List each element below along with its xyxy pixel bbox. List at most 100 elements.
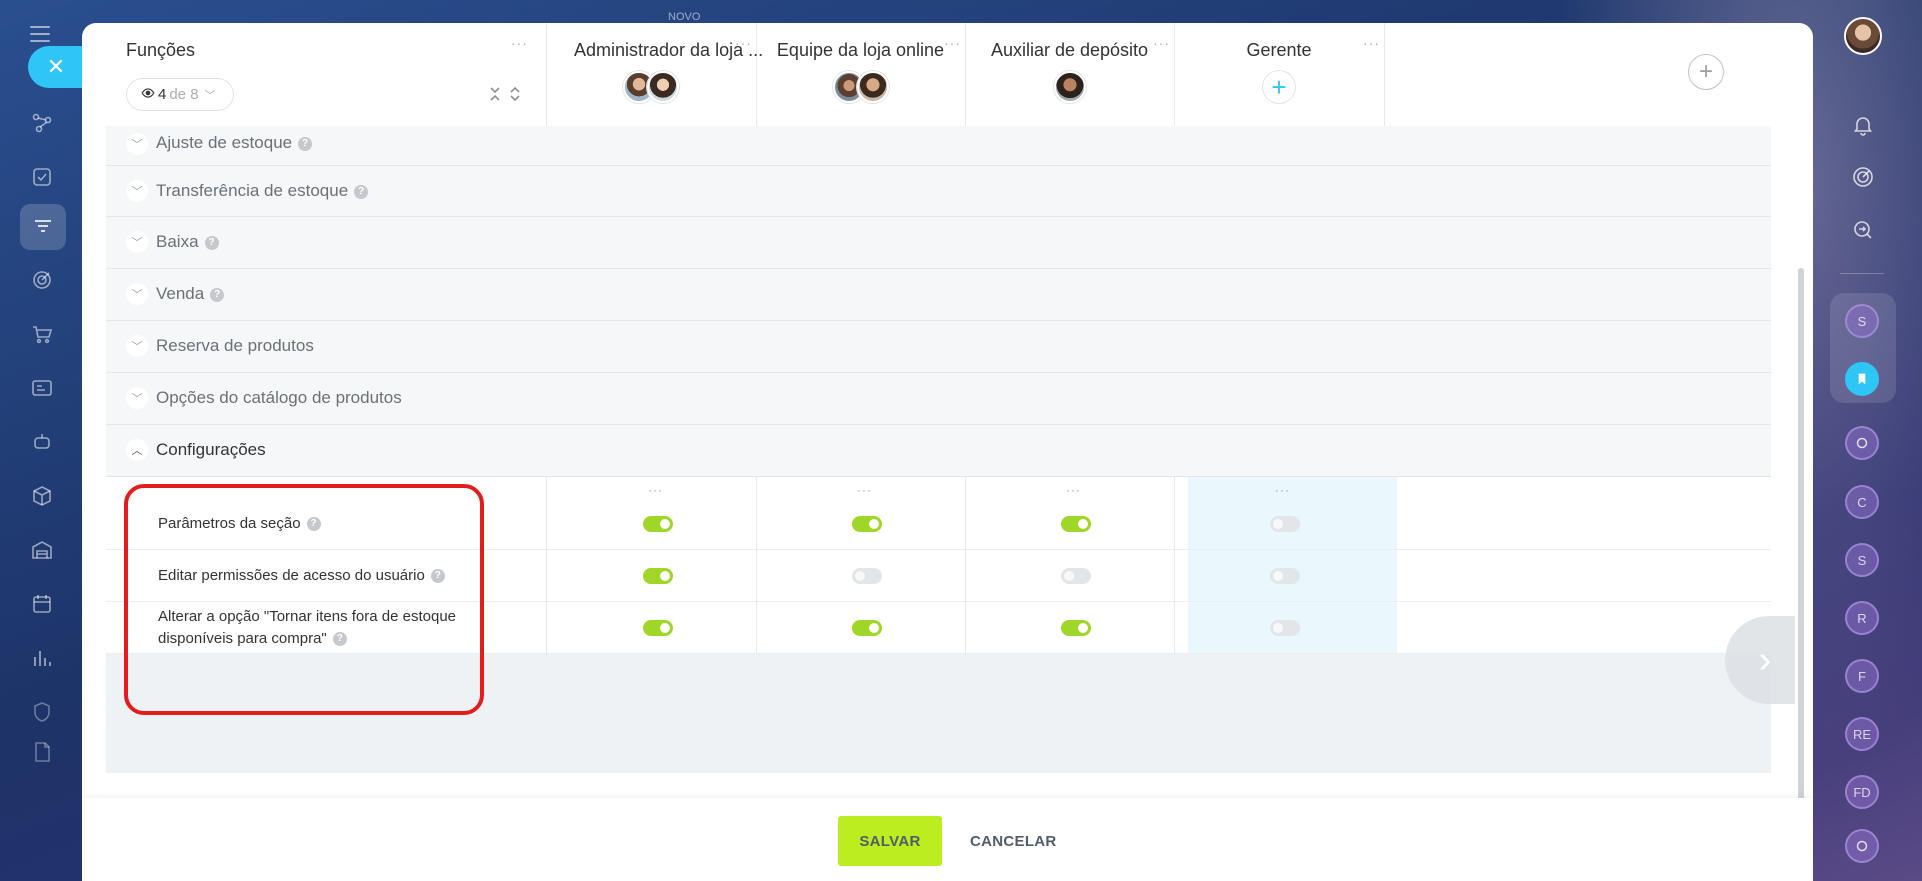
openline-icon[interactable] xyxy=(1845,426,1879,460)
tasks-icon[interactable] xyxy=(24,159,60,195)
section-row[interactable]: ﹀ Baixa? xyxy=(106,217,1771,269)
chat-avatar-c[interactable]: C xyxy=(1845,485,1879,519)
search-sync-icon[interactable] xyxy=(1847,214,1879,246)
shield-icon[interactable] xyxy=(24,694,60,730)
menu-icon[interactable] xyxy=(30,26,50,47)
more-icon[interactable]: ··· xyxy=(944,36,961,50)
filter-icon[interactable] xyxy=(20,204,66,250)
cube-icon[interactable] xyxy=(24,478,60,514)
permission-toggle[interactable] xyxy=(1061,620,1091,636)
more-icon[interactable]: ··· xyxy=(857,483,872,497)
chevron-down-icon[interactable]: ﹀ xyxy=(126,231,148,253)
chat-avatar-r[interactable]: R xyxy=(1845,601,1879,635)
permission-toggle[interactable] xyxy=(852,516,882,532)
chevron-down-icon[interactable]: ﹀ xyxy=(126,335,148,357)
role-name[interactable]: Administrador da loja ... xyxy=(546,40,763,61)
chevron-down-icon[interactable]: ﹀ xyxy=(126,387,148,409)
section-row-open[interactable]: ︿ Configurações xyxy=(106,425,1771,477)
role-column-manager: Gerente ··· + xyxy=(1174,23,1384,126)
robot-icon[interactable] xyxy=(24,424,60,460)
chat-avatar-f[interactable]: F xyxy=(1845,659,1879,693)
roles-header: Funções ··· 4 de 8 ﹀ Administrador da lo… xyxy=(106,23,1771,126)
avatar xyxy=(856,71,889,103)
chart-icon[interactable] xyxy=(24,640,60,676)
radar-icon[interactable] xyxy=(1847,161,1879,193)
role-name[interactable]: Auxiliar de depósito xyxy=(965,40,1174,61)
section-label: Transferência de estoque? xyxy=(156,181,369,201)
visible-roles-selector[interactable]: 4 de 8 ﹀ xyxy=(126,78,234,111)
role-members[interactable] xyxy=(832,71,889,103)
more-icon[interactable]: ··· xyxy=(1363,36,1380,50)
permission-toggle[interactable] xyxy=(1270,620,1300,636)
section-row[interactable]: ﹀ Transferência de estoque? xyxy=(106,166,1771,217)
document-icon[interactable] xyxy=(24,734,60,770)
left-sidebar: ✕ xyxy=(0,0,84,881)
more-icon[interactable]: ··· xyxy=(1153,36,1170,50)
user-avatar[interactable] xyxy=(1844,17,1882,55)
section-label: Venda? xyxy=(156,284,225,304)
chevron-down-icon[interactable]: ﹀ xyxy=(126,180,148,202)
bookmark-icon[interactable] xyxy=(1845,362,1879,396)
section-label: Ajuste de estoque? xyxy=(156,133,313,153)
more-icon[interactable]: ··· xyxy=(1066,483,1081,497)
add-role-button[interactable]: + xyxy=(1688,54,1724,90)
help-icon[interactable]: ? xyxy=(204,236,219,250)
role-column-warehouse: Auxiliar de depósito ··· xyxy=(965,23,1174,126)
permission-toggle[interactable] xyxy=(643,516,673,532)
chat-avatar-s2[interactable]: S xyxy=(1845,543,1879,577)
section-label: Reserva de produtos xyxy=(156,336,314,355)
save-button[interactable]: SALVAR xyxy=(838,816,942,866)
chat-avatar-s[interactable]: S xyxy=(1845,304,1879,338)
section-label: Opções do catálogo de produtos xyxy=(156,388,402,407)
target-icon[interactable] xyxy=(24,262,60,298)
permission-toggle[interactable] xyxy=(1061,516,1091,532)
section-row[interactable]: ﹀ Opções do catálogo de produtos xyxy=(106,373,1771,425)
role-column-admin: Administrador da loja ... ··· xyxy=(546,23,763,126)
section-row[interactable]: ﹀ Reserva de produtos xyxy=(106,321,1771,373)
role-name[interactable]: Gerente xyxy=(1174,40,1384,61)
permission-toggle[interactable] xyxy=(1061,568,1091,584)
collapse-expand-icons[interactable] xyxy=(489,86,525,105)
permission-toggle[interactable] xyxy=(643,620,673,636)
flow-icon[interactable] xyxy=(24,105,60,141)
bell-icon[interactable] xyxy=(1847,109,1879,141)
chat-avatar-re[interactable]: RE xyxy=(1845,717,1879,751)
footer-bar: SALVAR CANCELAR xyxy=(82,798,1813,881)
chevron-down-icon[interactable]: ﹀ xyxy=(126,133,148,155)
more-icon[interactable]: ··· xyxy=(511,36,528,50)
add-member-icon[interactable]: + xyxy=(1263,71,1295,103)
role-members[interactable] xyxy=(1053,71,1086,103)
role-column-team: Equipe da loja online ··· xyxy=(756,23,965,126)
close-slider-button[interactable]: ✕ xyxy=(28,46,84,88)
section-label: Configurações xyxy=(156,440,266,459)
more-icon[interactable]: ··· xyxy=(648,483,663,497)
role-members[interactable] xyxy=(623,71,679,103)
cancel-button[interactable]: CANCELAR xyxy=(962,816,1065,866)
openline-icon-2[interactable] xyxy=(1845,829,1879,863)
chevron-down-icon[interactable]: ﹀ xyxy=(126,283,148,305)
help-icon[interactable]: ? xyxy=(210,288,225,302)
cart-icon[interactable] xyxy=(24,316,60,352)
help-icon[interactable]: ? xyxy=(298,137,313,151)
permission-toggle[interactable] xyxy=(852,568,882,584)
permission-toggle[interactable] xyxy=(1270,568,1300,584)
role-name[interactable]: Equipe da loja online xyxy=(756,40,965,61)
permission-toggle[interactable] xyxy=(852,620,882,636)
calendar-icon[interactable] xyxy=(24,586,60,622)
contact-card-icon[interactable] xyxy=(24,370,60,406)
chat-avatar-fd[interactable]: FD xyxy=(1845,775,1879,809)
total-count: de 8 xyxy=(169,86,199,103)
more-icon[interactable]: ··· xyxy=(735,36,752,50)
permission-toggle[interactable] xyxy=(1270,516,1300,532)
permission-toggle[interactable] xyxy=(643,568,673,584)
chevron-up-icon[interactable]: ︿ xyxy=(126,439,148,461)
visible-count: 4 xyxy=(158,86,167,103)
help-icon[interactable]: ? xyxy=(354,185,369,199)
section-row[interactable]: ﹀ Venda? xyxy=(106,269,1771,321)
roles-title: Funções xyxy=(126,40,196,60)
vertical-scrollbar[interactable] xyxy=(1798,268,1804,868)
column-divider xyxy=(1384,23,1385,126)
more-icon[interactable]: ··· xyxy=(1275,483,1290,497)
warehouse-icon[interactable] xyxy=(24,532,60,568)
right-sidebar: S C S R F RE FD xyxy=(1812,0,1922,881)
